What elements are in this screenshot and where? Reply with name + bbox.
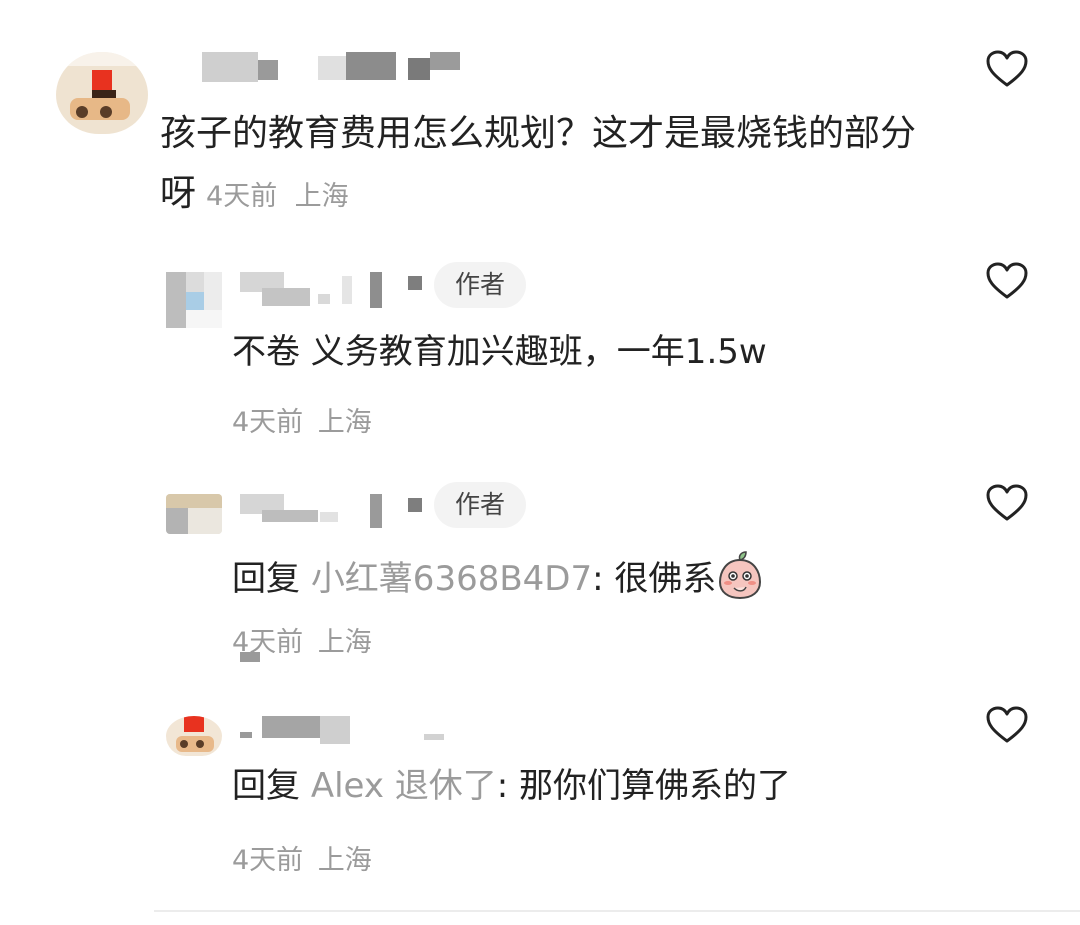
- reply-text-block: 回复 小红薯6368B4D7: 很佛系: [232, 550, 764, 601]
- like-button[interactable]: [986, 262, 1028, 300]
- reply-location: 上海: [317, 845, 372, 876]
- reply-to-user[interactable]: Alex 退休了: [311, 766, 497, 806]
- comment-location: 上海: [294, 181, 349, 212]
- reply-to-user[interactable]: 小红薯6368B4D7: [311, 559, 592, 599]
- blushing-peach-emoji: [716, 550, 764, 600]
- reply-prefix: 回复: [232, 559, 300, 599]
- like-button[interactable]: [986, 50, 1028, 88]
- author-badge: 作者: [434, 482, 526, 528]
- avatar[interactable]: [166, 494, 222, 534]
- reply-meta: 4天前 上海: [232, 838, 372, 877]
- avatar[interactable]: [166, 272, 222, 328]
- heart-outline-icon: [986, 262, 1028, 300]
- heart-outline-icon: [986, 50, 1028, 88]
- like-button[interactable]: [986, 706, 1028, 744]
- reply-time: 4天前: [232, 407, 304, 438]
- like-button[interactable]: [986, 484, 1028, 522]
- comment-time: 4天前: [206, 181, 278, 212]
- redaction-mark: [240, 652, 260, 662]
- reply-text: : 那你们算佛系的了: [496, 766, 792, 806]
- reply-location: 上海: [317, 627, 372, 658]
- divider: [154, 910, 1080, 912]
- reply-text: : 很佛系: [592, 559, 717, 599]
- reply-location: 上海: [317, 407, 372, 438]
- reply-meta: 4天前 上海: [232, 400, 372, 439]
- avatar[interactable]: [56, 52, 148, 134]
- comment-text-block: 孩子的教育费用怎么规划？这才是最烧钱的部分呀 4天前 上海: [160, 104, 940, 227]
- reply-prefix: 回复: [232, 766, 300, 806]
- reply-text: 不卷 义务教育加兴趣班，一年1.5w: [232, 332, 767, 372]
- heart-outline-icon: [986, 484, 1028, 522]
- heart-outline-icon: [986, 706, 1028, 744]
- reply-text-block: 回复 Alex 退休了: 那你们算佛系的了: [232, 764, 791, 808]
- reply-time: 4天前: [232, 845, 304, 876]
- author-badge: 作者: [434, 262, 526, 308]
- avatar[interactable]: [166, 716, 222, 756]
